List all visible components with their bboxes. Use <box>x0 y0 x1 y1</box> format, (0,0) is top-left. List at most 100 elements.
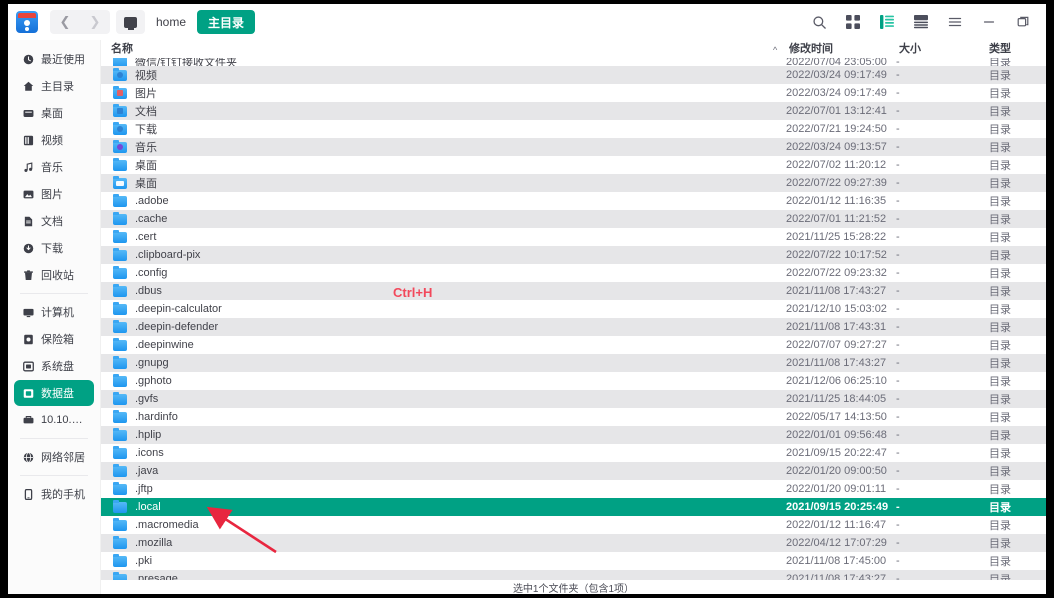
file-mtime: 2021/11/08 17:45:00 <box>786 555 887 567</box>
sidebar-item-computer[interactable]: 计算机 <box>14 299 94 325</box>
table-row[interactable]: .adobe 2022/01/12 11:16:35- 目录 <box>101 192 1046 210</box>
file-type: 目录 <box>989 268 1011 280</box>
table-row[interactable]: .deepin-defender 2021/11/08 17:43:31- 目录 <box>101 318 1046 336</box>
file-name: 桌面 <box>135 160 157 172</box>
sidebar-item-safebox[interactable]: 保险箱 <box>14 326 94 352</box>
table-row[interactable]: 桌面 2022/07/22 09:27:39- 目录 <box>101 174 1046 192</box>
chevron-right-icon[interactable]: ❯ <box>80 10 110 34</box>
file-type: 目录 <box>989 196 1011 208</box>
sidebar-item-documents[interactable]: 文档 <box>14 208 94 234</box>
file-type: 目录 <box>989 322 1011 334</box>
table-row[interactable]: .cache 2022/07/01 11:21:52- 目录 <box>101 210 1046 228</box>
table-row[interactable]: .clipboard-pix 2022/07/22 10:17:52- 目录 <box>101 246 1046 264</box>
folder-icon <box>113 211 127 225</box>
folder-icon <box>113 391 127 405</box>
table-row[interactable]: 桌面 2022/07/02 11:20:12- 目录 <box>101 156 1046 174</box>
table-row[interactable]: .hplip 2022/01/01 09:56:48- 目录 <box>101 426 1046 444</box>
table-row[interactable]: .icons 2021/09/15 20:22:47- 目录 <box>101 444 1046 462</box>
table-row[interactable]: .jftp 2022/01/20 09:01:11- 目录 <box>101 480 1046 498</box>
table-row[interactable]: .presage 2021/11/08 17:43:27 - 目录 <box>101 570 1046 580</box>
folder-icon <box>113 229 127 243</box>
table-row[interactable]: 图片 2022/03/24 09:17:49- 目录 <box>101 84 1046 102</box>
maximize-icon[interactable] <box>1006 7 1040 37</box>
detail-view-icon[interactable] <box>904 7 938 37</box>
table-row[interactable]: .pki 2021/11/08 17:45:00- 目录 <box>101 552 1046 570</box>
sort-ascending-icon[interactable]: ^ <box>773 45 777 55</box>
sidebar-item-label: 下载 <box>41 243 63 255</box>
table-row[interactable]: .dbus 2021/11/08 17:43:27- 目录 <box>101 282 1046 300</box>
file-size: - <box>896 177 900 189</box>
table-row[interactable]: .hardinfo 2022/05/17 14:13:50- 目录 <box>101 408 1046 426</box>
column-header-mtime[interactable]: 修改时间 <box>789 40 833 56</box>
table-row[interactable]: .local 2021/09/15 20:25:49- 目录 <box>101 498 1046 516</box>
sidebar-item-desktop[interactable]: 桌面 <box>14 100 94 126</box>
file-type: 目录 <box>989 340 1011 352</box>
grid-view-icon[interactable] <box>836 7 870 37</box>
file-mtime: 2021/11/08 17:43:27 <box>786 285 887 297</box>
sidebar-item-videos[interactable]: 视频 <box>14 127 94 153</box>
file-size: - <box>896 249 900 261</box>
table-row[interactable]: .config 2022/07/22 09:23:32- 目录 <box>101 264 1046 282</box>
folder-icon <box>113 409 127 423</box>
table-row[interactable]: .gvfs 2021/11/25 18:44:05- 目录 <box>101 390 1046 408</box>
sidebar-item-network-drive[interactable]: 10.10.… <box>14 407 94 433</box>
sidebar-group-devices: 计算机 保险箱 系统盘 数据盘 10.10.… <box>8 299 100 433</box>
file-mtime: 2022/05/17 14:13:50 <box>786 411 887 423</box>
file-type: 目录 <box>989 466 1011 478</box>
table-row[interactable]: .gphoto 2021/12/06 06:25:10- 目录 <box>101 372 1046 390</box>
file-name: .adobe <box>135 195 169 207</box>
table-row[interactable]: .mozilla 2022/04/12 17:07:29- 目录 <box>101 534 1046 552</box>
file-name: .gvfs <box>135 393 159 405</box>
sidebar-item-data-disk[interactable]: 数据盘 <box>14 380 94 406</box>
sidebar-item-system-disk[interactable]: 系统盘 <box>14 353 94 379</box>
column-header-size[interactable]: 大小 <box>899 40 921 56</box>
file-type: 目录 <box>989 448 1011 460</box>
sidebar-group-phone: 我的手机 <box>8 481 100 507</box>
file-type: 目录 <box>989 574 1011 580</box>
folder-icon <box>113 373 127 387</box>
search-icon[interactable] <box>802 7 836 37</box>
file-mtime: 2022/07/02 11:20:12 <box>786 159 887 171</box>
table-row[interactable]: .cert 2021/11/25 15:28:22- 目录 <box>101 228 1046 246</box>
column-header-type[interactable]: 类型 <box>989 40 1011 56</box>
table-row[interactable]: .macromedia 2022/01/12 11:16:47- 目录 <box>101 516 1046 534</box>
table-row[interactable]: .gnupg 2021/11/08 17:43:27- 目录 <box>101 354 1046 372</box>
sidebar-item-my-phone[interactable]: 我的手机 <box>14 481 94 507</box>
sidebar-item-label: 回收站 <box>41 270 74 282</box>
menu-icon[interactable] <box>938 7 972 37</box>
table-row[interactable]: .deepinwine 2022/07/07 09:27:27- 目录 <box>101 336 1046 354</box>
column-header-name[interactable]: 名称 <box>101 40 133 56</box>
sidebar-item-pictures[interactable]: 图片 <box>14 181 94 207</box>
table-row[interactable]: .deepin-calculator 2021/12/10 15:03:02- 目录 <box>101 300 1046 318</box>
folder-picture-icon <box>113 85 127 99</box>
minimize-icon[interactable] <box>972 7 1006 37</box>
table-row[interactable]: 视频 2022/03/24 09:17:49- 目录 <box>101 66 1046 84</box>
file-mtime: 2021/11/25 18:44:05 <box>786 393 887 405</box>
file-type: 目录 <box>989 58 1011 66</box>
sidebar-item-music[interactable]: 音乐 <box>14 154 94 180</box>
sidebar-item-home[interactable]: 主目录 <box>14 73 94 99</box>
table-row[interactable]: 文档 2022/07/01 13:12:41- 目录 <box>101 102 1046 120</box>
table-row[interactable]: 音乐 2022/03/24 09:13:57- 目录 <box>101 138 1046 156</box>
breadcrumb-home[interactable]: home <box>145 10 197 34</box>
sidebar-item-trash[interactable]: 回收站 <box>14 262 94 288</box>
folder-icon <box>113 337 127 351</box>
table-row[interactable]: 微信/钉钉接收文件夹 2022/07/04 23:05:00 - 目录 <box>101 58 1046 66</box>
sidebar-item-downloads[interactable]: 下载 <box>14 235 94 261</box>
table-row[interactable]: 下载 2022/07/21 19:24:50- 目录 <box>101 120 1046 138</box>
sidebar-item-label: 最近使用 <box>41 54 85 66</box>
breadcrumb-computer[interactable] <box>116 10 145 34</box>
sidebar-item-network-neighborhood[interactable]: 网络邻居 <box>14 444 94 470</box>
list-view-icon[interactable] <box>870 7 904 37</box>
file-type: 目录 <box>989 286 1011 298</box>
breadcrumb-current[interactable]: 主目录 <box>197 10 256 34</box>
file-mtime: 2021/09/15 20:25:49 <box>786 501 889 513</box>
file-name: 图片 <box>135 88 157 100</box>
table-row[interactable]: .java 2022/01/20 09:00:50- 目录 <box>101 462 1046 480</box>
file-name: .hplip <box>135 429 162 441</box>
file-type: 目录 <box>989 88 1011 100</box>
sidebar-item-recent[interactable]: 最近使用 <box>14 46 94 72</box>
file-type: 目录 <box>989 556 1011 568</box>
chevron-left-icon[interactable]: ❮ <box>50 10 80 34</box>
file-size: - <box>896 339 900 351</box>
